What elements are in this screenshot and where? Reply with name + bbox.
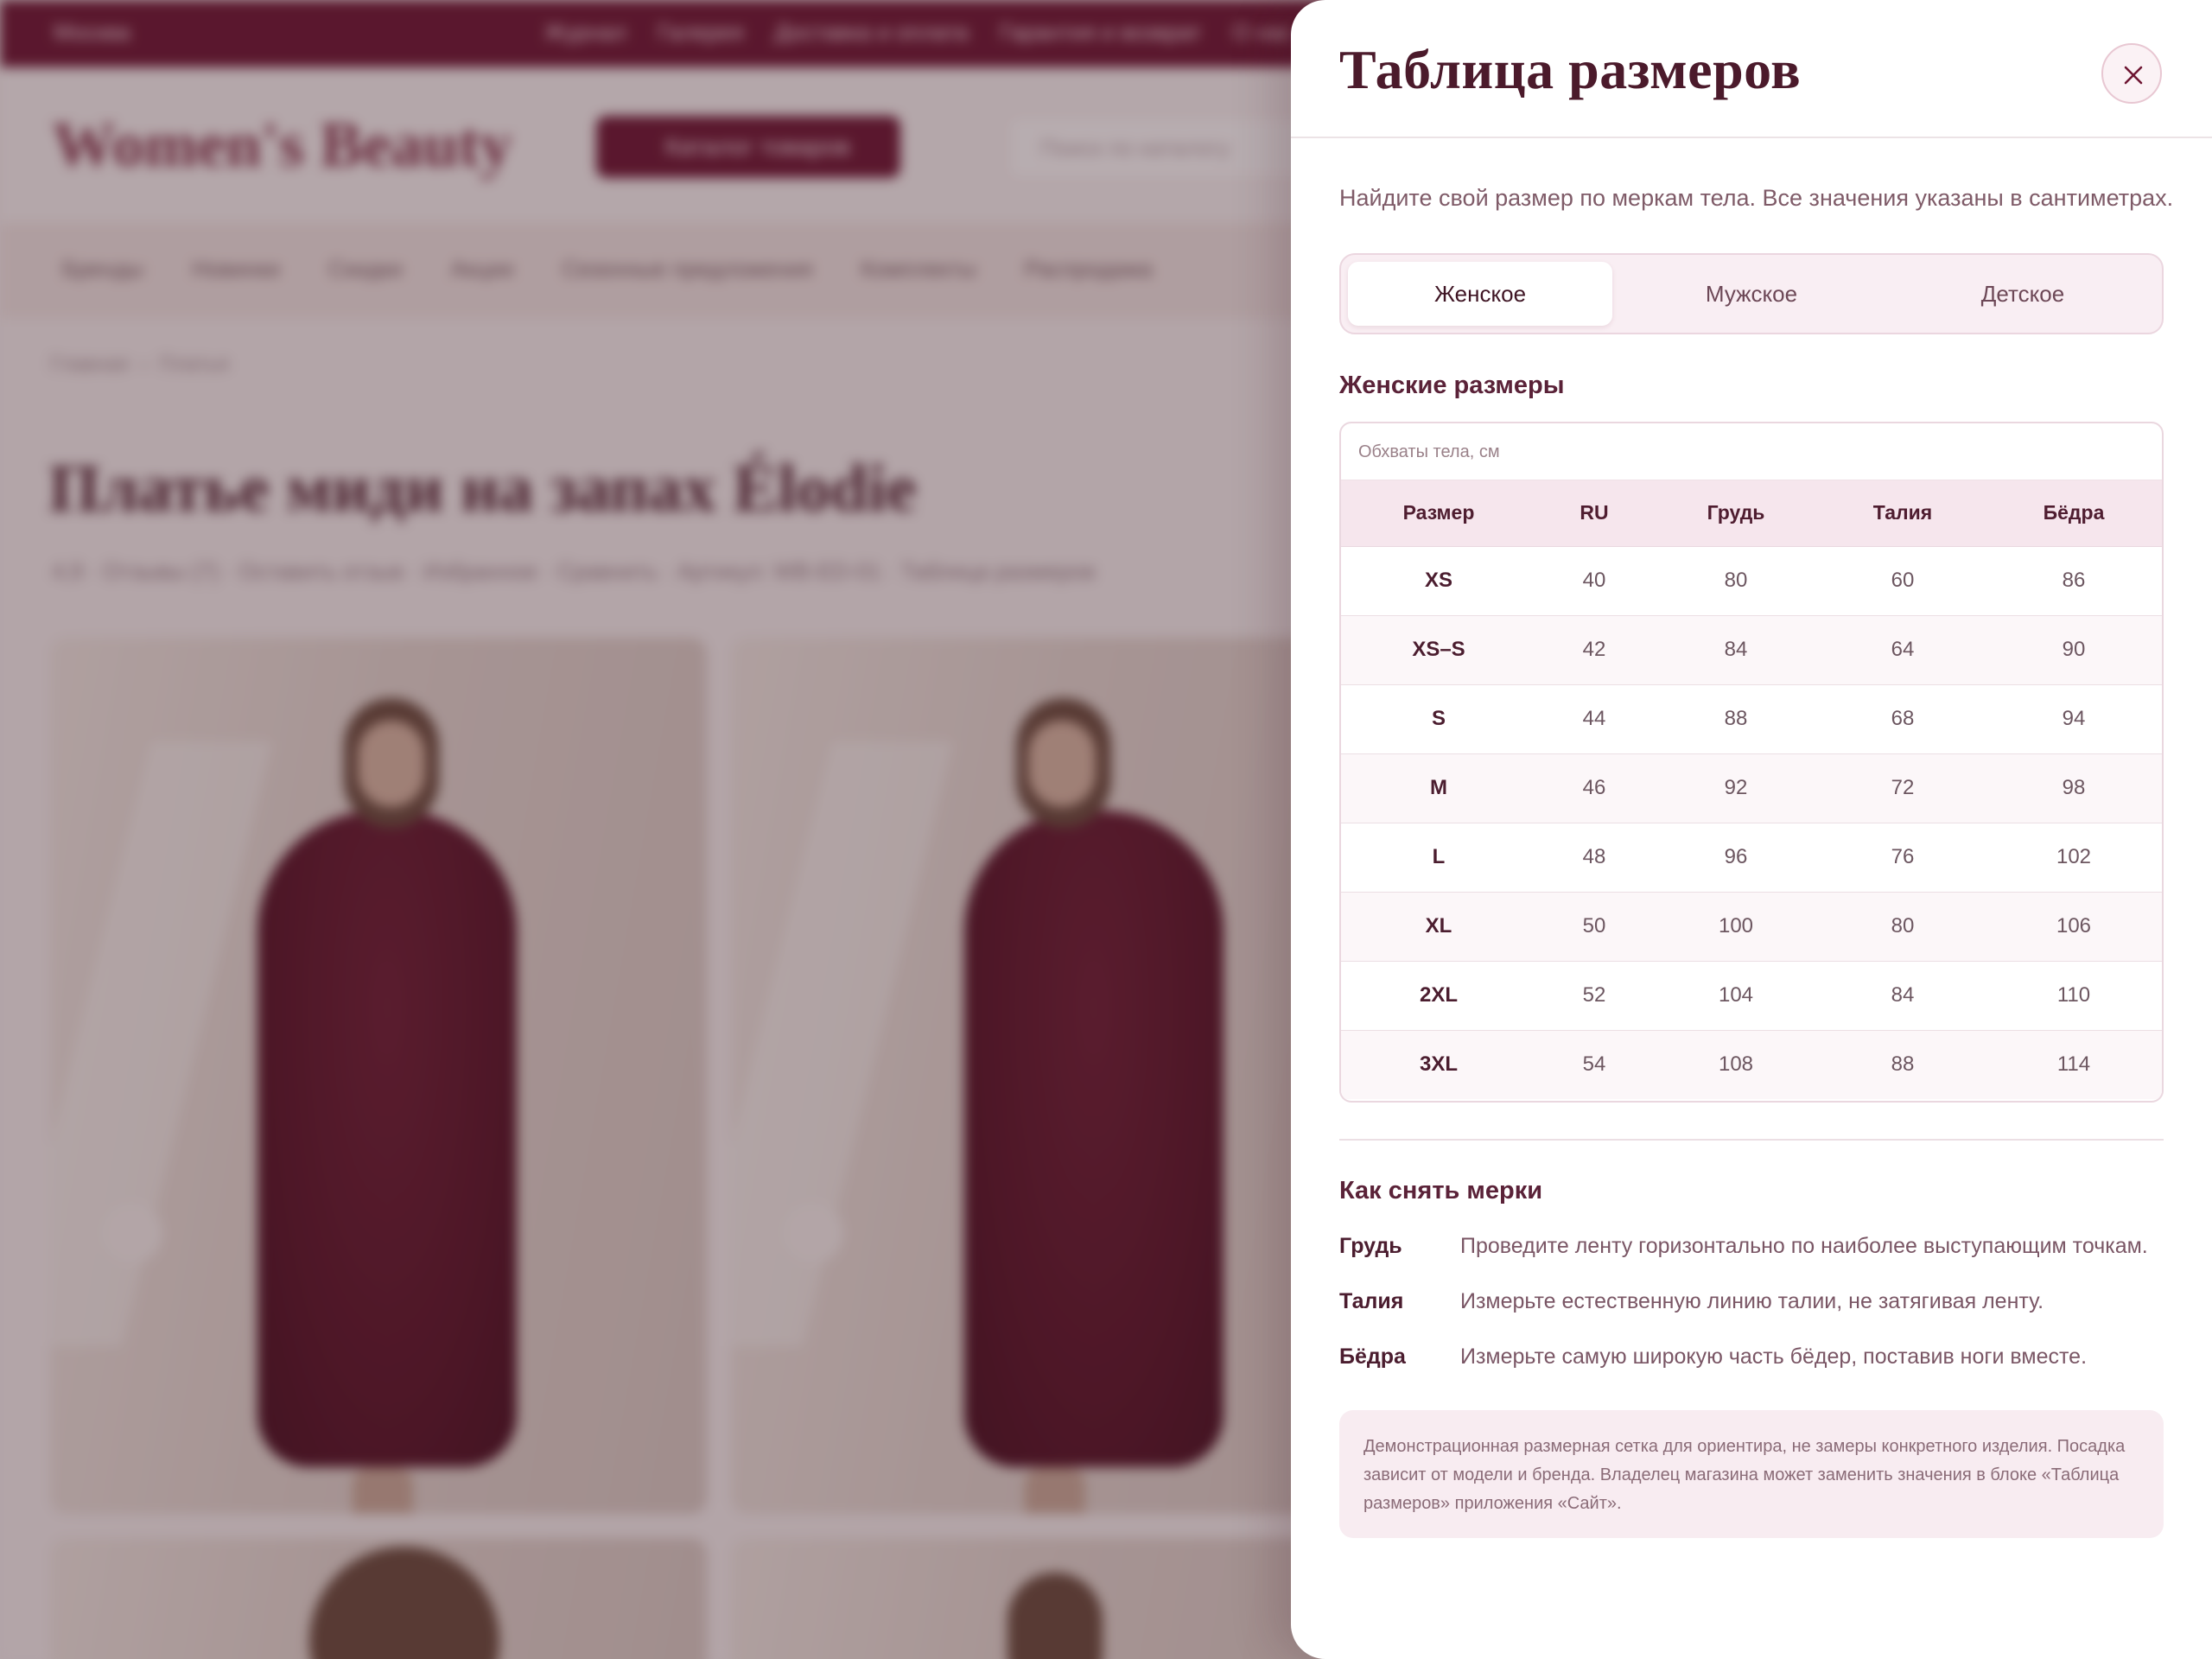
column-header: RU (1536, 480, 1652, 547)
column-header: Талия (1820, 480, 1986, 547)
disclaimer-note: Демонстрационная размерная сетка для ори… (1339, 1410, 2164, 1538)
table-cell: 110 (1986, 961, 2162, 1031)
table-cell: 54 (1536, 1030, 1652, 1099)
table-cell: 48 (1536, 823, 1652, 893)
table-row: 2XL 52 104 84 110 (1341, 961, 2162, 1031)
tab-men[interactable]: Мужское (1619, 262, 1884, 326)
table-cell: 86 (1986, 546, 2162, 616)
table-cell: XL (1341, 892, 1536, 962)
gender-tabs: Женское Мужское Детское (1339, 253, 2164, 334)
intro-text: Найдите свой размер по меркам тела. Все … (1339, 185, 2174, 211)
section-title: Женские размеры (1339, 372, 1565, 399)
column-header: Бёдра (1986, 480, 2162, 547)
table-cell: 100 (1652, 892, 1820, 962)
table-cell: 104 (1652, 961, 1820, 1031)
size-table: Обхваты тела, см Размер RU Грудь Талия Б… (1339, 422, 2164, 1103)
table-row: L 48 96 76 102 (1341, 823, 2162, 893)
table-cell: 114 (1986, 1030, 2162, 1099)
table-cell: 2XL (1341, 961, 1536, 1031)
howto-term: Талия (1339, 1289, 1404, 1313)
column-header: Размер (1341, 480, 1536, 547)
close-button[interactable] (2101, 43, 2162, 104)
table-cell: L (1341, 823, 1536, 893)
table-row: M 46 92 72 98 (1341, 753, 2162, 823)
table-cell: 88 (1820, 1030, 1986, 1099)
table-cell: 80 (1820, 892, 1986, 962)
table-cell: 40 (1536, 546, 1652, 616)
table-cell: 88 (1652, 684, 1820, 754)
table-cell: 98 (1986, 753, 2162, 823)
table-cell: 60 (1820, 546, 1986, 616)
table-row: XS 40 80 60 86 (1341, 546, 2162, 616)
howto-term: Бёдра (1339, 1344, 1406, 1369)
table-cell: 102 (1986, 823, 2162, 893)
table-cell: M (1341, 753, 1536, 823)
table-caption: Обхваты тела, см (1341, 423, 2162, 480)
table-cell: 44 (1536, 684, 1652, 754)
table-cell: 84 (1652, 615, 1820, 685)
drawer-header: Таблица размеров (1291, 0, 2212, 138)
tab-kids[interactable]: Детское (1891, 262, 2155, 326)
tab-women[interactable]: Женское (1348, 262, 1612, 326)
table-cell: 68 (1820, 684, 1986, 754)
size-chart-drawer: Таблица размеров Найдите свой размер по … (1291, 0, 2212, 1659)
howto-term: Грудь (1339, 1234, 1402, 1258)
table-cell: 92 (1652, 753, 1820, 823)
table-row: S 44 88 68 94 (1341, 684, 2162, 754)
table-cell: XS–S (1341, 615, 1536, 685)
table-cell: 106 (1986, 892, 2162, 962)
table-cell: 52 (1536, 961, 1652, 1031)
table-cell: 42 (1536, 615, 1652, 685)
table-cell: 108 (1652, 1030, 1820, 1099)
howto-desc: Измерьте самую широкую часть бёдер, пост… (1460, 1344, 2088, 1369)
table-row: 3XL 54 108 88 114 (1341, 1030, 2162, 1099)
table-cell: 46 (1536, 753, 1652, 823)
table-row: XS–S 42 84 64 90 (1341, 615, 2162, 685)
howto-title: Как снять мерки (1339, 1177, 1543, 1205)
table-cell: 90 (1986, 615, 2162, 685)
table-cell: 76 (1820, 823, 1986, 893)
howto-desc: Измерьте естественную линию талии, не за… (1460, 1289, 2044, 1313)
table-cell: 96 (1652, 823, 1820, 893)
table-cell: 84 (1820, 961, 1986, 1031)
table-cell: 50 (1536, 892, 1652, 962)
divider (1339, 1139, 2164, 1141)
column-header: Грудь (1652, 480, 1820, 547)
table-row: XL 50 100 80 106 (1341, 892, 2162, 962)
table-cell: XS (1341, 546, 1536, 616)
table-cell: 72 (1820, 753, 1986, 823)
drawer-title: Таблица размеров (1339, 39, 1802, 100)
close-icon (2124, 66, 2143, 85)
howto-desc: Проведите ленту горизонтально по наиболе… (1460, 1234, 2148, 1258)
table-cell: 3XL (1341, 1030, 1536, 1099)
table-cell: S (1341, 684, 1536, 754)
table-cell: 80 (1652, 546, 1820, 616)
table-cell: 64 (1820, 615, 1986, 685)
table-cell: 94 (1986, 684, 2162, 754)
table-header-row: Размер RU Грудь Талия Бёдра (1341, 480, 2162, 547)
